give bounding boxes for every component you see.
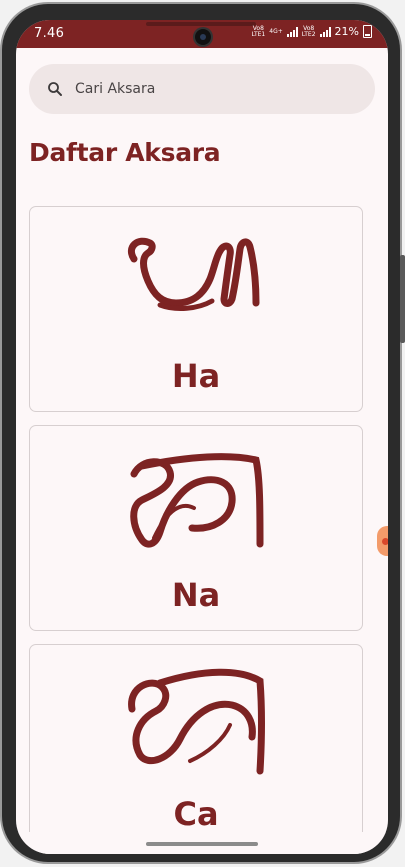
aksara-label: Na [171,576,221,614]
network-label-1: Vo8 LTE1 [251,24,266,38]
status-indicators: Vo8 LTE1 4G+ Vo8 LTE2 21% [251,25,372,38]
battery-percent: 21% [334,25,359,38]
aksara-label: Ca [173,795,219,833]
screen: 7.46 Vo8 LTE1 4G+ Vo8 LTE2 21% Cari Aksa… [16,20,388,854]
aksara-card-ha[interactable]: Ha [29,206,363,412]
signal-icon-2 [319,26,331,37]
earpiece [146,22,256,26]
signal-icon [286,26,298,37]
aksara-list: Ha Na Ca [29,206,363,854]
search-bar[interactable]: Cari Aksara [29,64,375,114]
floating-assistant-button[interactable] [377,526,388,556]
power-button [400,255,405,343]
network-label-2: Vo8 LTE2 [301,24,316,38]
front-camera [195,29,211,45]
speed-label: 4G+ [269,27,283,35]
aksara-na-glyph [130,453,264,548]
search-input[interactable]: Cari Aksara [75,81,155,97]
phone-frame: 7.46 Vo8 LTE1 4G+ Vo8 LTE2 21% Cari Aksa… [0,0,405,867]
battery-icon [363,25,372,38]
status-bar: 7.46 Vo8 LTE1 4G+ Vo8 LTE2 21% [16,20,388,48]
search-icon [48,82,62,96]
page-title: Daftar Aksara [29,138,221,167]
aksara-ca-glyph [128,668,265,775]
phone-bezel: 7.46 Vo8 LTE1 4G+ Vo8 LTE2 21% Cari Aksa… [2,4,400,862]
aksara-card-ca[interactable]: Ca [29,644,363,850]
home-indicator[interactable] [146,842,258,846]
status-time: 7.46 [34,26,65,41]
aksara-card-na[interactable]: Na [29,425,363,631]
aksara-ha-glyph [127,237,260,311]
aksara-label: Ha [171,357,221,395]
